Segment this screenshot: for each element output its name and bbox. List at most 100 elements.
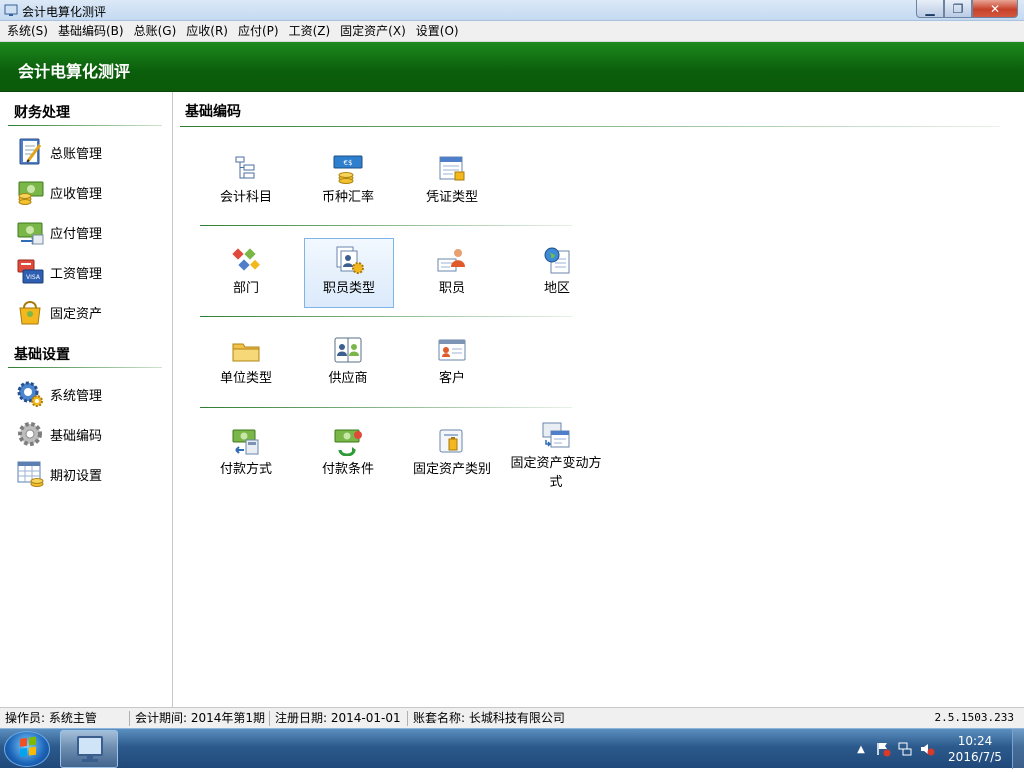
- employee-type-icon: [333, 239, 365, 279]
- employee-icon: [436, 239, 468, 279]
- sidebar-item-label: 固定资产: [50, 306, 103, 322]
- menu-salary[interactable]: 工资(Z): [284, 21, 336, 41]
- tile-payment-terms[interactable]: 付款条件: [303, 420, 393, 490]
- sidebar-item-label: 总账管理: [50, 146, 103, 162]
- tile-label: 客户: [438, 371, 465, 386]
- taskbar: ▲ 10:24 2016/7/5: [0, 728, 1024, 769]
- sidebar-item-payable[interactable]: 应付管理: [14, 216, 102, 248]
- tile-payment-method[interactable]: 付款方式: [201, 420, 291, 490]
- sidebar-item-opening-setup[interactable]: 期初设置: [14, 458, 102, 490]
- menu-receivable[interactable]: 应收(R): [181, 21, 233, 41]
- minimize-button[interactable]: ▁: [916, 0, 944, 18]
- system-gear-icon: [14, 379, 46, 409]
- unit-type-icon: [230, 329, 262, 369]
- group-divider: [200, 225, 572, 226]
- sidebar-item-receivable[interactable]: 应收管理: [14, 176, 102, 208]
- tile-label: 供应商: [328, 371, 368, 386]
- show-desktop-button[interactable]: [1012, 729, 1024, 769]
- sidebar-item-basic-code[interactable]: 基础编码: [14, 418, 102, 450]
- payment-method-icon: [230, 420, 262, 460]
- tile-asset-category[interactable]: 固定资产类别: [407, 420, 497, 490]
- tile-customer[interactable]: 客户: [407, 329, 497, 399]
- sidebar-item-salary[interactable]: VISA 工资管理: [14, 256, 102, 288]
- windows-logo-icon: [20, 736, 36, 757]
- basic-code-gear-icon: [14, 419, 46, 449]
- taskbar-app-button[interactable]: [60, 730, 118, 768]
- app-header-banner: 会计电算化测评: [0, 42, 1024, 92]
- start-button[interactable]: [4, 731, 50, 767]
- account-tree-icon: [232, 148, 260, 188]
- opening-balance-icon: [14, 459, 46, 489]
- region-icon: [541, 239, 573, 279]
- close-button[interactable]: ✕: [972, 0, 1018, 18]
- menu-system[interactable]: 系统(S): [2, 21, 53, 41]
- tile-employee[interactable]: 职员: [407, 239, 497, 309]
- window-title: 会计电算化测评: [22, 5, 107, 19]
- sidebar-section-settings-title: 基础设置: [14, 347, 70, 363]
- main-panel: 基础编码 会计科目 €$ 币种汇率 凭证类型 部门 职员类型 职员 地区 单位类…: [174, 92, 1024, 707]
- group-divider: [200, 407, 572, 408]
- network-icon[interactable]: [894, 739, 916, 759]
- svg-text:VISA: VISA: [26, 274, 41, 281]
- tile-label: 职员: [438, 281, 465, 296]
- receivable-icon: [14, 177, 46, 207]
- tile-department[interactable]: 部门: [201, 239, 291, 309]
- tile-label: 币种汇率: [321, 190, 374, 205]
- payment-terms-icon: [332, 420, 364, 460]
- menu-payable[interactable]: 应付(P): [233, 21, 284, 41]
- menu-basic-code[interactable]: 基础编码(B): [53, 21, 129, 41]
- sidebar-item-label: 系统管理: [50, 388, 103, 404]
- tile-account-subject[interactable]: 会计科目: [201, 148, 291, 218]
- status-operator: 操作员: 系统主管: [0, 710, 130, 726]
- menu-fixed-asset[interactable]: 固定资产(X): [335, 21, 411, 41]
- tile-region[interactable]: 地区: [512, 239, 602, 309]
- tile-voucher-type[interactable]: 凭证类型: [407, 148, 497, 218]
- sidebar-section-finance-title: 财务处理: [14, 105, 70, 121]
- monitor-icon: [77, 736, 103, 762]
- tile-currency-rate[interactable]: €$ 币种汇率: [303, 148, 393, 218]
- action-center-flag-icon[interactable]: [872, 739, 894, 759]
- payable-icon: [14, 217, 46, 247]
- tile-label: 付款条件: [321, 462, 374, 477]
- group-divider: [200, 316, 572, 317]
- status-registration-date: 注册日期: 2014-01-01: [270, 710, 408, 726]
- sidebar-item-label: 应付管理: [50, 226, 103, 242]
- supplier-icon: [332, 329, 364, 369]
- show-hidden-icons-icon[interactable]: ▲: [850, 739, 872, 759]
- clock-time: 10:24: [957, 734, 993, 748]
- menu-settings[interactable]: 设置(O): [411, 21, 464, 41]
- salary-icon: VISA: [14, 257, 46, 287]
- sidebar-item-label: 期初设置: [50, 468, 103, 484]
- tile-supplier[interactable]: 供应商: [303, 329, 393, 399]
- tile-label: 会计科目: [219, 190, 272, 205]
- maximize-button[interactable]: ❐: [944, 0, 972, 18]
- taskbar-clock[interactable]: 10:24 2016/7/5: [938, 733, 1012, 765]
- asset-category-icon: [436, 420, 468, 460]
- section-divider: [8, 367, 162, 368]
- tile-label: 固定资产类别: [412, 462, 491, 477]
- tile-unit-type[interactable]: 单位类型: [201, 329, 291, 399]
- sidebar-item-label: 基础编码: [50, 428, 103, 444]
- status-account-set: 账套名称: 长城科技有限公司: [413, 710, 565, 725]
- menu-bar: 系统(S) 基础编码(B) 总账(G) 应收(R) 应付(P) 工资(Z) 固定…: [0, 21, 1024, 42]
- status-accounting-period: 会计期间: 2014年第1期: [130, 710, 270, 726]
- menu-ledger[interactable]: 总账(G): [129, 21, 182, 41]
- volume-muted-icon[interactable]: [916, 739, 938, 759]
- window-title-bar[interactable]: 会计电算化测评 ▁ ❐ ✕: [0, 0, 1024, 21]
- tile-label: 固定资产变动方式: [510, 456, 602, 490]
- sidebar-item-fixed-asset[interactable]: 固定资产: [14, 296, 102, 328]
- tile-label: 凭证类型: [425, 190, 478, 205]
- tile-employee-type[interactable]: 职员类型: [304, 238, 394, 308]
- tile-label: 付款方式: [219, 462, 272, 477]
- department-icon: [230, 239, 262, 279]
- status-version: 2.5.1503.233: [934, 711, 1014, 724]
- asset-change-icon: [540, 414, 572, 454]
- clock-date: 2016/7/5: [948, 750, 1002, 764]
- sidebar: 财务处理 总账管理 应收管理 应付管理 VISA 工资管理 固定资产 基础设置 …: [0, 92, 173, 707]
- tile-asset-change-method[interactable]: 固定资产变动方式: [510, 414, 602, 494]
- system-tray: ▲ 10:24 2016/7/5: [850, 729, 1024, 769]
- sidebar-item-ledger[interactable]: 总账管理: [14, 136, 102, 168]
- sidebar-item-system-management[interactable]: 系统管理: [14, 378, 102, 410]
- fixed-asset-icon: [14, 297, 46, 327]
- voucher-type-icon: [437, 148, 467, 188]
